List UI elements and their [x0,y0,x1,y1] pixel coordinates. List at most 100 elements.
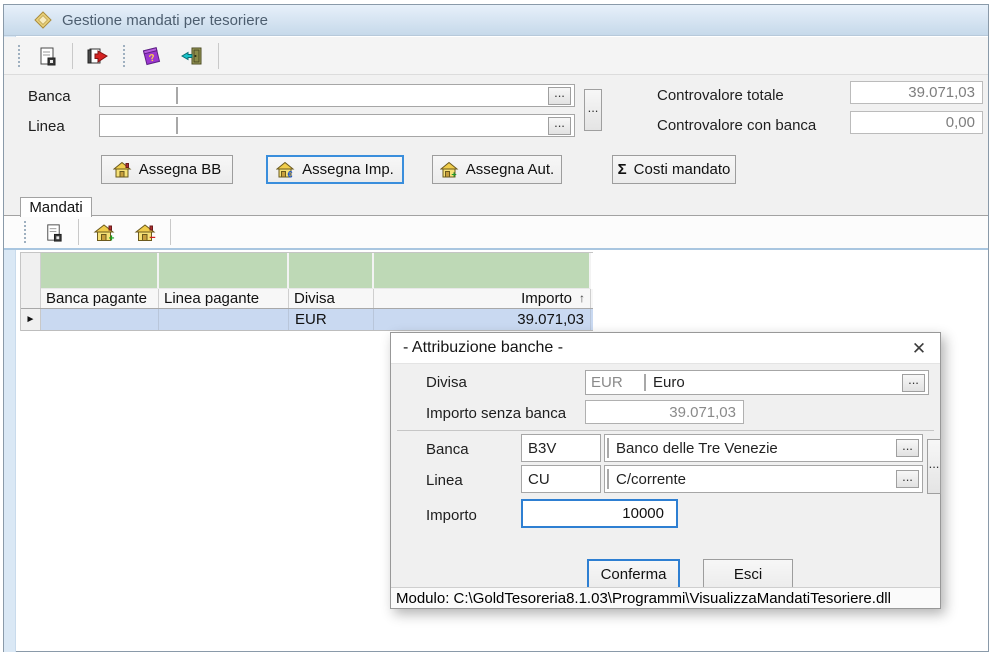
dialog-banca-desc-field[interactable]: ... [604,434,923,462]
toolbar-separator [170,219,171,245]
tab-mandati[interactable]: Mandati [20,197,92,217]
mandati-grid: Banca pagante Linea pagante Divisa Impor… [20,252,593,331]
titlebar: Gestione mandati per tesoriere [4,5,988,36]
add-bank-row-button[interactable]: + [88,217,120,247]
cell-divisa: EUR [289,309,374,330]
dialog-linea-desc-input[interactable] [609,466,922,492]
column-header-label: Banca pagante [46,289,147,308]
new-record-button[interactable] [31,41,63,71]
sigma-icon: Σ [618,161,627,178]
costi-mandato-label: Costi mandato [634,161,731,178]
dialog-importo-input[interactable] [521,499,678,528]
dialog-banca-browse-button[interactable]: ... [896,439,919,457]
grid-header-selector-cell [21,289,41,308]
help-button[interactable]: ? [136,41,168,71]
dialog-linea-browse-button[interactable]: ... [896,470,919,488]
assegna-imp-button[interactable]: € Assegna Imp. [266,155,404,184]
banca-code-input[interactable] [100,85,176,106]
controvalore-con-banca-label: Controvalore con banca [657,117,816,134]
column-header-importo[interactable]: Importo ↑ [374,289,591,308]
column-header-label: Divisa [294,289,335,308]
conferma-button[interactable]: Conferma [587,559,680,589]
dialog-importo-label: Importo [426,507,477,524]
dialog-group-divider [397,430,934,431]
column-header-label: Linea pagante [164,289,259,308]
grid-band-cell [159,253,289,289]
cell-text: EUR [295,309,327,330]
dialog-divisa-field[interactable]: ... [585,370,929,395]
current-row-marker: ► [21,309,41,330]
document-icon [43,222,64,243]
dialog-importo-senza-banca-value: 39.071,03 [585,400,744,424]
book-arrow-icon [86,45,110,67]
banca-linea-browse-button[interactable]: ... [584,89,602,131]
dialog-banca-desc-input[interactable] [609,435,922,461]
controvalore-totale-text: 39.071,03 [908,84,975,101]
dialog-status-bar: Modulo: C:\GoldTesoreria8.1.03\Programmi… [391,587,940,608]
cell-importo: 39.071,03 [374,309,591,330]
dialog-module-path: Modulo: C:\GoldTesoreria8.1.03\Programmi… [396,590,891,607]
grid-band-cell [374,253,591,289]
dialog-divisa-code-input[interactable] [586,371,644,394]
assegna-bb-label: Assegna BB [139,161,222,178]
toolbar-grip[interactable] [123,45,127,67]
dialog-title: - Attribuzione banche - [403,339,563,357]
grid-new-record-button[interactable] [37,217,69,247]
assegna-bb-button[interactable]: Assegna BB [101,155,233,184]
attribuzione-banche-dialog: - Attribuzione banche - ✕ Divisa ... Imp… [390,332,941,609]
svg-text:+: + [451,170,456,179]
dialog-linea-code-input[interactable] [522,466,600,492]
dialog-banca-code-input[interactable] [522,435,600,461]
dialog-banca-code-field[interactable] [521,434,601,462]
grid-band-cell [289,253,374,289]
toolbar-grip[interactable] [18,45,22,67]
table-row[interactable]: ► EUR 39.071,03 [21,309,593,331]
assegna-imp-label: Assegna Imp. [302,161,394,178]
toolbar-separator [218,43,219,69]
dialog-titlebar: - Attribuzione banche - [391,333,940,364]
linea-field[interactable]: ... [99,114,575,137]
toolbar-separator [72,43,73,69]
linea-browse-button[interactable]: ... [548,117,571,135]
book-arrow-button[interactable] [82,41,114,71]
banca-label: Banca [28,88,71,105]
svg-text:+: + [109,233,115,242]
dialog-banca-label: Banca [426,441,469,458]
cell-text: 39.071,03 [517,309,584,330]
app-window: Gestione mandati per tesoriere [0,0,1000,653]
banca-desc-input[interactable] [178,85,574,106]
assegna-aut-button[interactable]: + Assegna Aut. [432,155,562,184]
cell-linea-pagante [159,309,289,330]
linea-desc-input[interactable] [178,115,574,136]
banca-browse-button[interactable]: ... [548,87,571,105]
dialog-linea-desc-field[interactable]: ... [604,465,923,493]
dialog-divisa-label: Divisa [426,374,467,391]
dialog-linea-label: Linea [426,472,463,489]
costi-mandato-button[interactable]: Σ Costi mandato [612,155,736,184]
document-icon [36,45,58,67]
house-flag-icon [113,161,132,178]
column-header-linea-pagante[interactable]: Linea pagante [159,289,289,308]
remove-bank-row-button[interactable]: − [129,217,161,247]
tab-strip [4,196,988,216]
window-title: Gestione mandati per tesoriere [62,12,268,29]
house-plus-icon: + [93,223,115,242]
app-diamond-icon [34,11,52,29]
esci-label: Esci [734,566,762,583]
linea-label: Linea [28,118,65,135]
linea-code-input[interactable] [100,115,176,136]
dialog-linea-code-field[interactable] [521,465,601,493]
close-icon[interactable]: ✕ [906,336,932,362]
controvalore-totale-label: Controvalore totale [657,87,784,104]
dialog-banca-linea-browse-button[interactable]: ... [927,439,941,494]
column-header-divisa[interactable]: Divisa [289,289,374,308]
dialog-divisa-browse-button[interactable]: ... [902,374,925,392]
svg-text:€: € [288,170,293,179]
exit-button[interactable] [177,41,209,71]
esci-button[interactable]: Esci [703,559,793,589]
grid-group-band [21,252,593,289]
dialog-divisa-desc-input[interactable] [646,371,928,394]
banca-field[interactable]: ... [99,84,575,107]
column-header-banca-pagante[interactable]: Banca pagante [41,289,159,308]
toolbar-grip[interactable] [24,221,28,243]
